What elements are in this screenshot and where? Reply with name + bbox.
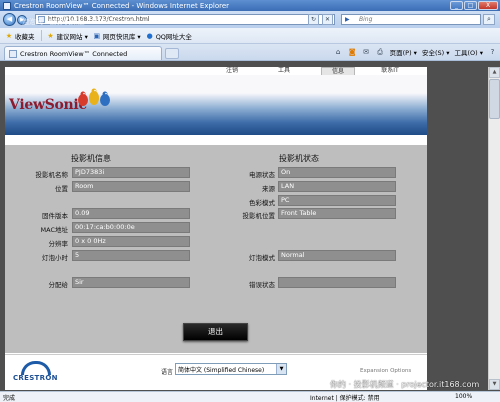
top-nav: 注销 工具 信息 联系IT (5, 67, 427, 75)
mac-address-value: 00:17:ca:b0:00:0e (72, 222, 190, 233)
field-label: 来源 (262, 185, 275, 193)
source-value: LAN (278, 181, 396, 192)
projector-info-title: 投影机信息 (71, 154, 111, 163)
favorites-button[interactable]: ★ 收藏夹 (5, 31, 35, 41)
language-label: 语言 (161, 369, 174, 376)
language-select[interactable]: 简体中文 (Simplified Chinese) ▼ (175, 363, 287, 375)
back-button[interactable]: ◀ (3, 13, 16, 26)
tools-menu[interactable]: 工具(O) ▾ (454, 47, 483, 57)
bing-icon: ▶ (345, 16, 350, 23)
scroll-down-icon[interactable]: ▼ (489, 379, 500, 390)
nav-info[interactable]: 信息 (321, 67, 355, 75)
location-value: Room (72, 181, 190, 192)
page-menu[interactable]: 页面(P) ▾ (390, 47, 417, 57)
command-bar: ⌂ ◙ ✉ ⎙ 页面(P) ▾ 安全(S) ▾ 工具(O) ▾ ? (334, 47, 497, 58)
watermark: 你的 · 投影机频道 · projector.it168.com (330, 380, 480, 389)
ie-icon (3, 1, 11, 10)
qq-sites[interactable]: ● QQ网址大全 (146, 31, 192, 41)
tab-crestron[interactable]: Crestron RoomView™ Connected (4, 46, 162, 60)
projector-position-value: Front Table (278, 208, 396, 219)
field-label: 分配给 (48, 281, 69, 289)
tab-label: Crestron RoomView™ Connected (20, 49, 128, 58)
browser-content: 注销 工具 信息 联系IT ViewSonic 投影机信息 投影机状态 投影机名… (0, 61, 500, 391)
roomview-page: 注销 工具 信息 联系IT ViewSonic 投影机信息 投影机状态 投影机名… (5, 67, 427, 390)
tab-bar: Crestron RoomView™ Connected ⌂ ◙ ✉ ⎙ 页面(… (0, 44, 500, 61)
qq-icon: ● (146, 31, 153, 40)
vertical-scrollbar[interactable]: ▲ ▼ (488, 67, 500, 390)
divider (40, 30, 42, 41)
power-status-value: On (278, 167, 396, 178)
field-label: 灯泡模式 (249, 254, 275, 262)
maximize-button[interactable]: □ (464, 1, 477, 10)
scroll-thumb[interactable] (489, 79, 500, 119)
page-header: ViewSonic (5, 75, 427, 135)
web-slice-gallery[interactable]: ▣ 网页快讯库 ▾ (93, 31, 141, 41)
web-slice-label: 网页快讯库 ▾ (102, 32, 141, 41)
field-label: 分辨率 (48, 240, 69, 248)
status-bar: 完成 Internet | 保护模式: 禁用 100% (0, 391, 500, 402)
close-button[interactable]: X (478, 1, 498, 10)
mail-icon[interactable]: ✉ (362, 48, 371, 57)
projector-name-value: PJD7383i (72, 167, 190, 178)
field-label: 错误状态 (249, 281, 275, 289)
search-icon[interactable]: ⌕ (483, 14, 495, 25)
feeds-icon[interactable]: ◙ (348, 48, 357, 57)
lamp-hours-value: 5 (72, 250, 190, 261)
crestron-logo: CRESTRON (13, 361, 61, 383)
window-title: Crestron RoomView™ Connected - Windows I… (14, 1, 230, 10)
expansion-options-link[interactable]: Expansion Options (360, 368, 411, 374)
info-panel: 投影机信息 投影机状态 投影机名称 PJD7383i 位置 Room 固件版本 … (5, 145, 427, 353)
zoom-level[interactable]: 100% (455, 393, 472, 400)
scroll-up-icon[interactable]: ▲ (489, 67, 500, 78)
language-value: 简体中文 (Simplified Chinese) (178, 366, 265, 374)
suggested-sites[interactable]: ★ 建议网站 ▾ (47, 31, 88, 41)
field-label: 灯泡小时 (42, 254, 68, 262)
projector-status-title: 投影机状态 (279, 154, 319, 163)
new-tab-button[interactable] (165, 48, 179, 59)
status-text: 完成 (3, 395, 16, 402)
color-mode-value: PC (278, 195, 396, 206)
stop-icon[interactable]: ✕ (322, 14, 333, 25)
window-controls: _ □ X (450, 1, 498, 10)
error-status-value (278, 277, 396, 288)
search-input[interactable] (359, 16, 469, 23)
star-icon: ★ (5, 31, 13, 40)
exit-button[interactable]: 退出 (183, 323, 248, 341)
help-icon[interactable]: ? (488, 48, 497, 57)
refresh-icon[interactable]: ↻ (308, 14, 319, 25)
nav-logout[interactable]: 注销 (215, 67, 249, 75)
page-icon: ▣ (93, 31, 101, 40)
search-box[interactable]: ▶ (341, 14, 481, 25)
field-label: 位置 (55, 185, 68, 193)
lamp-mode-value: Normal (278, 250, 396, 261)
home-icon[interactable]: ⌂ (334, 48, 343, 57)
minimize-button[interactable]: _ (450, 1, 463, 10)
field-label: 电源状态 (249, 171, 275, 179)
crestron-wordmark: CRESTRON (13, 374, 58, 382)
nav-tools[interactable]: 工具 (267, 67, 301, 75)
suggested-sites-label: 建议网站 ▾ (56, 32, 88, 41)
assigned-to-value: Sir (72, 277, 190, 288)
qq-sites-label: QQ网址大全 (155, 32, 192, 41)
security-zone: Internet | 保护模式: 禁用 (310, 395, 380, 402)
firmware-value: 0.09 (72, 208, 190, 219)
window-title-bar: Crestron RoomView™ Connected - Windows I… (0, 0, 500, 11)
nav-contact-it[interactable]: 联系IT (373, 67, 407, 75)
field-label: 固件版本 (42, 212, 68, 220)
favorites-bar: ★ 收藏夹 ★ 建议网站 ▾ ▣ 网页快讯库 ▾ ● QQ网址大全 (0, 28, 500, 44)
field-label: 色彩模式 (249, 199, 275, 207)
star-icon: ★ (47, 31, 54, 40)
resolution-value: 0 x 0 0Hz (72, 236, 190, 247)
watermark: 泡泡网 · 投影机频道 · PCPOP.COM (22, 18, 132, 26)
safety-menu[interactable]: 安全(S) ▾ (422, 47, 450, 57)
page-icon (9, 49, 17, 58)
crestron-arc-icon (21, 361, 51, 375)
birds-logo-icon (78, 88, 110, 106)
chevron-down-icon[interactable]: ▼ (276, 364, 286, 374)
field-label: 投影机名称 (35, 171, 69, 179)
field-label: 投影机位置 (242, 212, 276, 220)
print-icon[interactable]: ⎙ (376, 48, 385, 57)
field-label: MAC地址 (40, 226, 68, 234)
favorites-label: 收藏夹 (15, 32, 35, 41)
